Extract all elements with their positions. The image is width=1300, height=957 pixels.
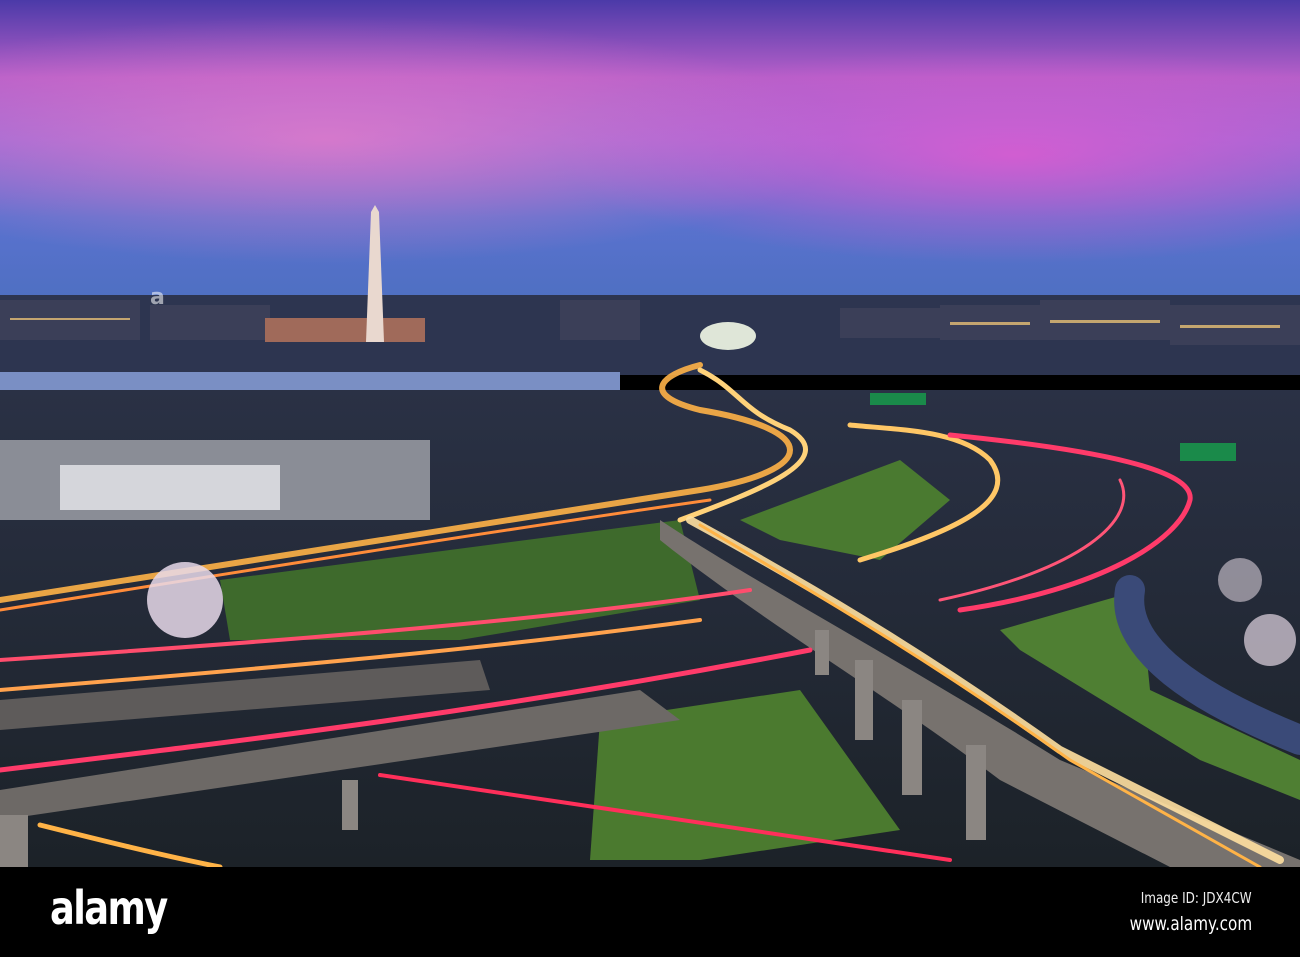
jefferson-memorial <box>700 322 756 350</box>
image-id-label: Image ID: JDX4CW <box>1141 889 1252 907</box>
washington-dc-highway-photo <box>0 0 1300 867</box>
stock-footer: alamy Image ID: JDX4CW www.alamy.com <box>0 867 1300 957</box>
stock-photo-page: a alamy Image ID: JDX4CW www.alamy.com <box>0 0 1300 957</box>
watermark: a <box>150 285 165 310</box>
alamy-logo: alamy <box>50 881 168 935</box>
website-link[interactable]: www.alamy.com <box>1129 913 1252 935</box>
